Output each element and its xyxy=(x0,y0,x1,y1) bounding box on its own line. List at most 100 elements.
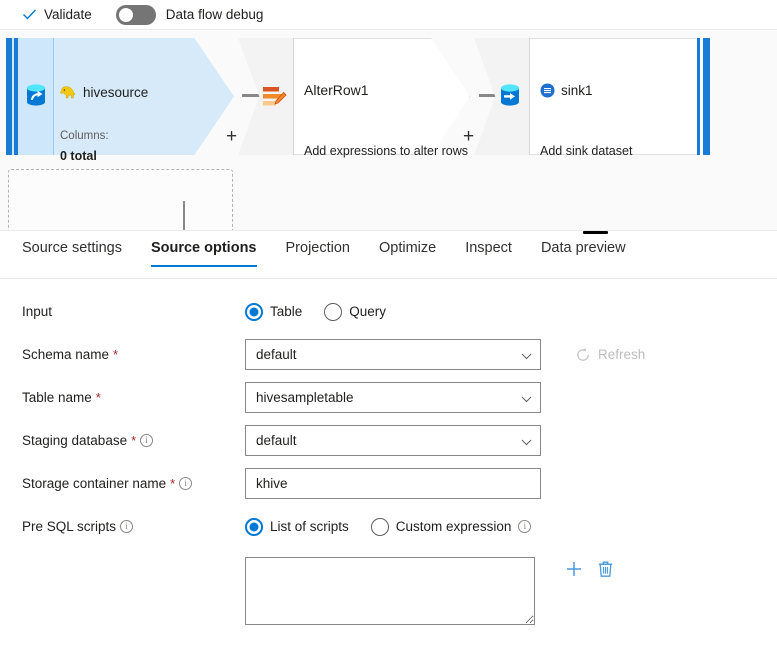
radio-table[interactable] xyxy=(245,303,263,321)
pre-sql-scripts-label-cell: Pre SQL scripts i xyxy=(0,519,245,534)
table-name-required-asterisk: * xyxy=(96,391,101,404)
validate-button[interactable]: Validate xyxy=(22,7,92,22)
trash-icon[interactable] xyxy=(597,560,614,578)
database-sink-icon xyxy=(497,83,523,111)
info-icon[interactable]: i xyxy=(518,520,531,533)
chevron-down-icon xyxy=(522,349,532,359)
tab-data-preview[interactable]: Data preview xyxy=(541,240,626,267)
schema-name-label: Schema name xyxy=(22,347,109,362)
source-node-name: hivesource xyxy=(83,85,148,100)
staging-database-dropdown[interactable]: default xyxy=(245,425,541,456)
source-selection-bar xyxy=(6,38,18,155)
radio-query[interactable] xyxy=(324,303,342,321)
pre-sql-scripts-editor-row xyxy=(0,548,777,625)
storage-container-name-input[interactable]: khive xyxy=(245,468,541,499)
input-option-table[interactable]: Table xyxy=(245,303,302,321)
pre-sql-option-list-label: List of scripts xyxy=(270,519,349,534)
sink-node-subtitle: Add sink dataset xyxy=(540,144,632,158)
schema-name-row: Schema name * default Refresh xyxy=(0,333,777,376)
checkmark-icon xyxy=(22,8,37,21)
pre-sql-option-custom-expression[interactable]: Custom expression i xyxy=(371,518,532,536)
radio-list-of-scripts[interactable] xyxy=(245,518,263,536)
input-option-table-label: Table xyxy=(270,304,302,319)
storage-container-name-label-cell: Storage container name * i xyxy=(0,476,245,491)
data-flow-debug-toggle[interactable]: Data flow debug xyxy=(116,5,264,25)
source-node-title-row: hivesource xyxy=(60,85,148,100)
source-columns-label: Columns: xyxy=(60,130,109,142)
data-flow-debug-label: Data flow debug xyxy=(166,7,264,22)
table-name-dropdown[interactable]: hivesampletable xyxy=(245,382,541,413)
tab-optimize[interactable]: Optimize xyxy=(379,240,436,267)
storage-container-name-row: Storage container name * i khive xyxy=(0,462,777,505)
radio-custom-expression[interactable] xyxy=(371,518,389,536)
staging-database-required-asterisk: * xyxy=(131,434,136,447)
source-columns-value: 0 total xyxy=(60,149,97,163)
tab-inspect[interactable]: Inspect xyxy=(465,240,512,267)
sink-node-title-row: sink1 xyxy=(540,83,593,98)
source-type-icon-area xyxy=(18,38,54,155)
schema-name-control: default Refresh xyxy=(245,339,645,370)
staging-database-label-cell: Staging database * i xyxy=(0,433,245,448)
storage-container-name-value: khive xyxy=(256,476,288,491)
input-label-cell: Input xyxy=(0,304,245,319)
input-label: Input xyxy=(22,304,52,319)
database-source-icon xyxy=(23,83,49,111)
plus-icon[interactable] xyxy=(565,560,583,578)
drop-placeholder-caret xyxy=(183,201,185,233)
storage-container-name-label: Storage container name xyxy=(22,476,166,491)
pre-sql-option-list-of-scripts[interactable]: List of scripts xyxy=(245,518,349,536)
pre-sql-scripts-radio-group: List of scripts Custom expression i xyxy=(245,518,553,536)
tab-projection[interactable]: Projection xyxy=(286,240,350,267)
sink-accent-bar-thin xyxy=(697,38,700,155)
source-options-form: Input Table Query Schema name * default xyxy=(0,290,777,625)
chevron-down-icon xyxy=(522,392,532,402)
schema-name-dropdown[interactable]: default xyxy=(245,339,541,370)
table-name-value: hivesampletable xyxy=(256,390,354,405)
alter-row-icon xyxy=(261,85,287,109)
toggle-knob xyxy=(119,8,133,22)
pre-sql-scripts-label: Pre SQL scripts xyxy=(22,519,116,534)
tab-source-options[interactable]: Source options xyxy=(151,240,257,267)
sink-node[interactable] xyxy=(474,38,713,155)
staging-database-label: Staging database xyxy=(22,433,127,448)
pre-sql-option-custom-label: Custom expression xyxy=(396,519,512,534)
validate-label: Validate xyxy=(44,7,92,22)
staging-database-value: default xyxy=(256,433,297,448)
node-drop-placeholder[interactable] xyxy=(8,169,233,231)
refresh-button[interactable]: Refresh xyxy=(575,347,645,363)
alter-row-icon-area xyxy=(238,38,294,155)
info-icon[interactable]: i xyxy=(140,434,153,447)
refresh-icon xyxy=(575,347,591,363)
info-icon[interactable]: i xyxy=(120,520,133,533)
panel-resize-handle[interactable] xyxy=(583,231,608,234)
tab-source-settings[interactable]: Source settings xyxy=(22,240,122,267)
staging-database-row: Staging database * i default xyxy=(0,419,777,462)
table-name-label: Table name xyxy=(22,390,92,405)
panel-splitter xyxy=(0,230,777,236)
schema-name-required-asterisk: * xyxy=(113,348,118,361)
synapse-badge-icon xyxy=(540,83,555,98)
chevron-down-icon xyxy=(522,435,532,445)
input-option-query[interactable]: Query xyxy=(324,303,386,321)
staging-database-control: default xyxy=(245,425,541,456)
sink-type-icon-area xyxy=(474,38,530,155)
sink-node-name: sink1 xyxy=(561,83,593,98)
table-name-row: Table name * hivesampletable xyxy=(0,376,777,419)
alter-row-node-subtitle: Add expressions to alter rows xyxy=(304,144,468,158)
alter-row-node-name: AlterRow1 xyxy=(304,82,369,98)
info-icon[interactable]: i xyxy=(179,477,192,490)
schema-name-label-cell: Schema name * xyxy=(0,347,245,362)
add-transform-after-alterrow-button[interactable]: + xyxy=(463,127,474,146)
input-radio-group: Table Query xyxy=(245,303,408,321)
pre-sql-script-actions xyxy=(565,557,614,578)
toggle-switch[interactable] xyxy=(116,5,156,25)
table-name-label-cell: Table name * xyxy=(0,390,245,405)
add-transform-after-source-button[interactable]: + xyxy=(226,127,237,146)
table-name-control: hivesampletable xyxy=(245,382,541,413)
storage-container-name-control: khive xyxy=(245,468,541,499)
pre-sql-script-textarea[interactable] xyxy=(245,557,535,625)
sink-accent-bar-thick xyxy=(703,38,710,155)
refresh-label: Refresh xyxy=(598,347,645,362)
schema-name-value: default xyxy=(256,347,297,362)
data-flow-canvas[interactable]: hivesource Columns: 0 total + AlterRow1 … xyxy=(0,31,777,230)
